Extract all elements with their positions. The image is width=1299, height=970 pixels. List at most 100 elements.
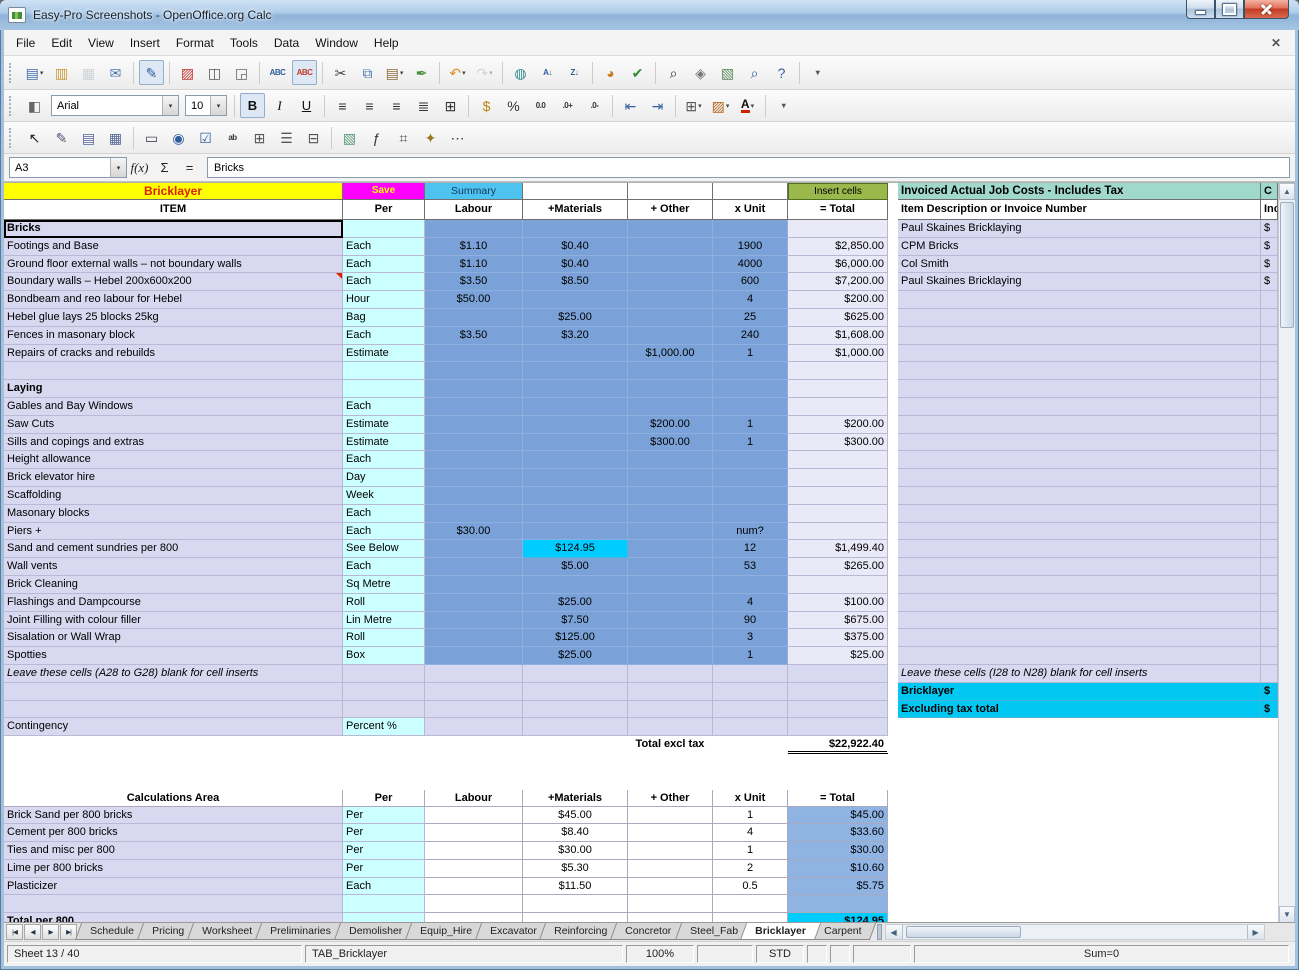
cell-gap[interactable]: [888, 665, 898, 683]
cell-other[interactable]: [628, 505, 713, 523]
new-document-icon[interactable]: ▤▾: [22, 60, 47, 85]
cell-item[interactable]: [4, 683, 343, 701]
cell-item[interactable]: [4, 362, 343, 380]
cell-inc[interactable]: [1261, 345, 1278, 363]
cell-unit[interactable]: [713, 505, 788, 523]
status-segment[interactable]: 100%: [626, 945, 694, 963]
more-controls-icon[interactable]: ⋯: [445, 125, 470, 150]
cell-item[interactable]: Contingency: [4, 718, 343, 736]
cell-item[interactable]: Laying: [4, 380, 343, 398]
cell-item[interactable]: Plasticizer: [4, 878, 343, 896]
cell-inc[interactable]: [1261, 558, 1278, 576]
cell[interactable]: [788, 754, 888, 772]
cell[interactable]: [4, 754, 343, 772]
cell-total[interactable]: $1,499.40: [788, 540, 888, 558]
cell-materials[interactable]: $11.50: [523, 878, 628, 896]
cell-materials[interactable]: [523, 701, 628, 719]
cell-materials[interactable]: [523, 291, 628, 309]
cell-inc[interactable]: [1261, 612, 1278, 630]
menu-insert[interactable]: Insert: [122, 33, 168, 53]
cell-materials[interactable]: $30.00: [523, 842, 628, 860]
calc-column-header[interactable]: = Total: [788, 790, 888, 807]
sheet-tab-preliminaries[interactable]: Preliminaries: [255, 923, 346, 940]
cell-item[interactable]: Sisalation or Wall Wrap: [4, 629, 343, 647]
cell-labour[interactable]: [425, 345, 523, 363]
cell-unit[interactable]: 1: [713, 345, 788, 363]
cell-gap[interactable]: [888, 647, 898, 665]
equals-icon[interactable]: =: [178, 157, 201, 178]
cell-other[interactable]: [628, 701, 713, 719]
cell[interactable]: [343, 754, 425, 772]
align-left-icon[interactable]: ≡: [330, 93, 355, 118]
number-format-currency-icon[interactable]: $: [474, 93, 499, 118]
cell-other[interactable]: [628, 647, 713, 665]
cell-materials[interactable]: [523, 523, 628, 541]
auto-spellcheck-icon[interactable]: ABC: [292, 60, 317, 85]
increase-indent-icon[interactable]: ⇥: [645, 93, 670, 118]
cell-per[interactable]: Day: [343, 469, 425, 487]
status-segment[interactable]: Sum=0: [914, 945, 1289, 963]
cell-unit[interactable]: [713, 487, 788, 505]
cell-total[interactable]: $200.00: [788, 416, 888, 434]
cell-other[interactable]: [628, 842, 713, 860]
cell-other[interactable]: $1,000.00: [628, 345, 713, 363]
cell-per[interactable]: Bag: [343, 309, 425, 327]
close-button[interactable]: [1244, 0, 1289, 19]
cell-materials[interactable]: $25.00: [523, 309, 628, 327]
cell-labour[interactable]: $3.50: [425, 273, 523, 291]
cell-labour[interactable]: [425, 860, 523, 878]
cell-item[interactable]: [4, 895, 343, 913]
chevron-down-icon[interactable]: ▾: [400, 69, 404, 77]
cell[interactable]: [523, 736, 628, 754]
cell-gap[interactable]: [888, 416, 898, 434]
cell-materials[interactable]: [523, 576, 628, 594]
cell[interactable]: [523, 772, 628, 790]
cell-inc[interactable]: [1261, 327, 1278, 345]
cell-total[interactable]: [788, 220, 888, 238]
cell-labour[interactable]: [425, 220, 523, 238]
export-pdf-icon[interactable]: ▨: [175, 60, 200, 85]
cell-materials[interactable]: $25.00: [523, 594, 628, 612]
cell-per[interactable]: Hour: [343, 291, 425, 309]
cell-invoice[interactable]: [898, 540, 1261, 558]
cell-item[interactable]: Brick Cleaning: [4, 576, 343, 594]
cell[interactable]: [788, 772, 888, 790]
close-document-icon[interactable]: ✕: [1261, 36, 1291, 50]
column-header[interactable]: Labour: [425, 200, 523, 220]
cell-unit[interactable]: [713, 469, 788, 487]
cell-item[interactable]: Gables and Bay Windows: [4, 398, 343, 416]
cell-labour[interactable]: $3.50: [425, 327, 523, 345]
cell-total[interactable]: $33.60: [788, 824, 888, 842]
cell-materials[interactable]: $5.30: [523, 860, 628, 878]
cell-invoice[interactable]: [898, 416, 1261, 434]
cell-labour[interactable]: [425, 842, 523, 860]
cell-unit[interactable]: [713, 913, 788, 922]
cell-other[interactable]: $200.00: [628, 416, 713, 434]
horizontal-scroll-thumb[interactable]: [906, 926, 1021, 938]
column-header[interactable]: ITEM: [4, 200, 343, 220]
cell-materials[interactable]: $0.40: [523, 238, 628, 256]
cell-total[interactable]: [788, 523, 888, 541]
cell-unit[interactable]: [713, 220, 788, 238]
cell-inc[interactable]: [1261, 594, 1278, 612]
toolbar-grip[interactable]: [9, 96, 16, 116]
cell-unit[interactable]: 4: [713, 291, 788, 309]
column-header[interactable]: Per: [343, 200, 425, 220]
calc-column-header[interactable]: Calculations Area: [4, 790, 343, 807]
cell-gap[interactable]: [888, 701, 898, 719]
cell-inc[interactable]: [1261, 505, 1278, 523]
redo-icon[interactable]: ↷▾: [472, 60, 497, 85]
cell-per[interactable]: [343, 380, 425, 398]
cell-labour[interactable]: [425, 718, 523, 736]
cell-per[interactable]: Sq Metre: [343, 576, 425, 594]
cell-inc[interactable]: [1261, 451, 1278, 469]
cell-item[interactable]: Repairs of cracks and rebuilds: [4, 345, 343, 363]
cell-unit[interactable]: 4: [713, 594, 788, 612]
cell-item[interactable]: Bondbeam and reo labour for Hebel: [4, 291, 343, 309]
cell-other[interactable]: [628, 451, 713, 469]
cell-materials[interactable]: [523, 683, 628, 701]
cell-total[interactable]: $30.00: [788, 842, 888, 860]
cell-invoice[interactable]: [898, 594, 1261, 612]
cell-item[interactable]: Wall vents: [4, 558, 343, 576]
cell-invoice[interactable]: [898, 291, 1261, 309]
